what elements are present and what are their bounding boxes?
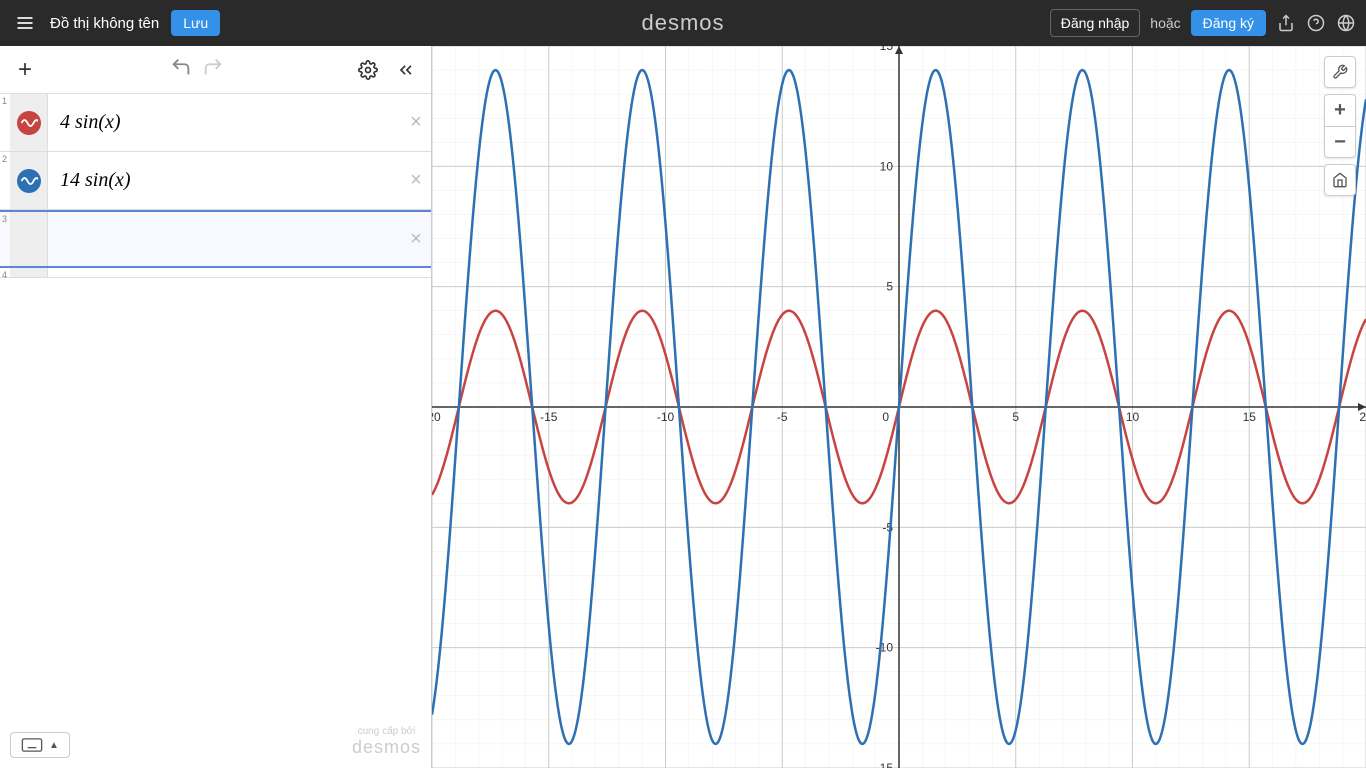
svg-text:0: 0 bbox=[882, 410, 889, 424]
expression-row[interactable]: 4 bbox=[0, 268, 431, 278]
expression-index: 4 bbox=[0, 268, 10, 282]
expression-index: 2 bbox=[0, 152, 10, 166]
graph-title[interactable]: Đồ thị không tên bbox=[50, 15, 159, 32]
svg-text:20: 20 bbox=[1359, 410, 1366, 424]
svg-text:-15: -15 bbox=[540, 410, 558, 424]
menu-button[interactable] bbox=[10, 8, 40, 38]
hamburger-icon bbox=[15, 13, 35, 33]
undo-button[interactable] bbox=[170, 56, 192, 83]
graph-area[interactable]: -20-15-10-505101520-15-10-551015 + − bbox=[432, 46, 1366, 768]
zoom-out-button[interactable]: − bbox=[1324, 126, 1356, 158]
expression-index: 3 bbox=[0, 212, 10, 226]
sidebar-footer: ▲ cung cấp bởi desmos bbox=[10, 726, 421, 758]
svg-text:15: 15 bbox=[880, 46, 894, 53]
settings-button[interactable] bbox=[353, 55, 383, 85]
header-right: Đăng nhập hoặc Đăng ký bbox=[1050, 9, 1356, 37]
wave-icon bbox=[17, 169, 41, 193]
delete-expression-button[interactable]: × bbox=[401, 169, 431, 192]
signin-button[interactable]: Đăng nhập bbox=[1050, 9, 1141, 37]
svg-text:-10: -10 bbox=[657, 410, 675, 424]
home-button[interactable] bbox=[1324, 164, 1356, 196]
signup-button[interactable]: Đăng ký bbox=[1191, 10, 1266, 36]
expression-sidebar: + 1 bbox=[0, 46, 432, 768]
share-icon[interactable] bbox=[1276, 13, 1296, 33]
or-text: hoặc bbox=[1150, 15, 1180, 31]
expression-tab[interactable] bbox=[10, 212, 48, 266]
expression-tab[interactable] bbox=[10, 268, 48, 277]
save-button[interactable]: Lưu bbox=[171, 10, 220, 36]
svg-text:15: 15 bbox=[1243, 410, 1257, 424]
help-icon[interactable] bbox=[1306, 13, 1326, 33]
expression-list: 1 4 sin(x) × 2 14 sin(x) × bbox=[0, 94, 431, 768]
expression-row[interactable]: 2 14 sin(x) × bbox=[0, 152, 431, 210]
expression-tab[interactable] bbox=[10, 152, 48, 209]
expression-formula[interactable]: 4 sin(x) bbox=[48, 111, 401, 134]
main-content: + 1 bbox=[0, 46, 1366, 768]
delete-expression-button[interactable]: × bbox=[401, 111, 431, 134]
expression-toolbar: + bbox=[0, 46, 431, 94]
app-header: Đồ thị không tên Lưu desmos Đăng nhập ho… bbox=[0, 0, 1366, 46]
graph-canvas[interactable]: -20-15-10-505101520-15-10-551015 bbox=[432, 46, 1366, 768]
powered-brand: desmos bbox=[352, 737, 421, 758]
language-icon[interactable] bbox=[1336, 13, 1356, 33]
expression-formula[interactable]: 14 sin(x) bbox=[48, 169, 401, 192]
keyboard-toggle-button[interactable]: ▲ bbox=[10, 732, 70, 758]
wave-icon bbox=[17, 111, 41, 135]
svg-text:10: 10 bbox=[1126, 410, 1140, 424]
svg-text:-15: -15 bbox=[876, 761, 894, 768]
add-expression-button[interactable]: + bbox=[10, 55, 40, 85]
wrench-button[interactable] bbox=[1324, 56, 1356, 88]
svg-text:-20: -20 bbox=[432, 410, 441, 424]
zoom-in-button[interactable]: + bbox=[1324, 94, 1356, 126]
svg-text:-10: -10 bbox=[876, 641, 894, 655]
powered-label: cung cấp bởi bbox=[352, 726, 421, 737]
redo-button[interactable] bbox=[202, 56, 224, 83]
graph-controls: + − bbox=[1324, 56, 1356, 196]
expression-row[interactable]: 1 4 sin(x) × bbox=[0, 94, 431, 152]
caret-up-icon: ▲ bbox=[49, 740, 59, 751]
expression-row[interactable]: 3 × bbox=[0, 210, 431, 268]
expression-tab[interactable] bbox=[10, 94, 48, 151]
powered-by: cung cấp bởi desmos bbox=[352, 726, 421, 758]
svg-text:10: 10 bbox=[880, 159, 894, 173]
expression-index: 1 bbox=[0, 94, 10, 108]
svg-text:5: 5 bbox=[886, 280, 893, 294]
delete-expression-button[interactable]: × bbox=[401, 228, 431, 251]
desmos-logo: desmos bbox=[641, 10, 724, 36]
keyboard-icon bbox=[21, 738, 43, 752]
svg-text:-5: -5 bbox=[777, 410, 788, 424]
collapse-sidebar-button[interactable] bbox=[391, 55, 421, 85]
svg-text:5: 5 bbox=[1012, 410, 1019, 424]
